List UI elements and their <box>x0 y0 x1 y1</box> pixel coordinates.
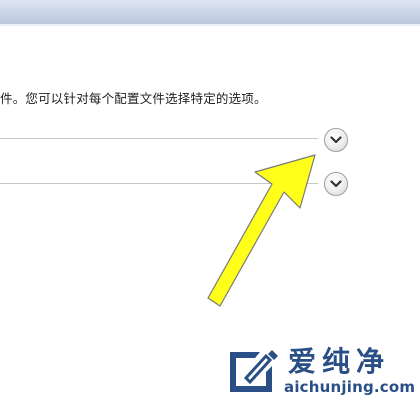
description-text: 件。您可以针对每个配置文件选择特定的选项。 <box>0 91 267 106</box>
expand-profile-button[interactable] <box>324 172 348 196</box>
watermark-title: 爱纯净 <box>288 345 391 378</box>
arrow-shape <box>207 154 316 307</box>
watermark: 爱纯净 aichunjing.com <box>222 346 418 400</box>
chevron-down-icon <box>330 180 342 188</box>
watermark-url: aichunjing.com <box>284 378 416 396</box>
profile-section-divider <box>0 138 318 139</box>
watermark-logo <box>230 350 278 392</box>
expand-profile-button[interactable] <box>324 128 348 152</box>
sharing-settings-window: 件。您可以针对每个配置文件选择特定的选项。 爱纯净 aichunjing.com <box>0 0 420 400</box>
chevron-down-icon <box>330 136 342 144</box>
window-title-bar <box>0 0 420 26</box>
profile-section-divider <box>0 183 318 184</box>
annotation-arrow <box>207 154 316 307</box>
